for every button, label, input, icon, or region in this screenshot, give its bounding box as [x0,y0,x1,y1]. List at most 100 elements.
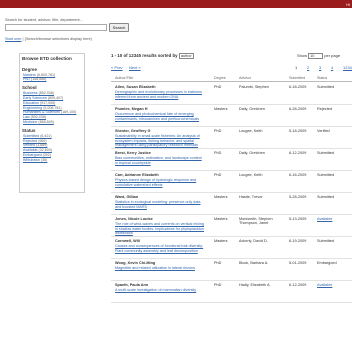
row-author: Carr, Adrianne Elizabeth [115,173,159,177]
table-row: Allen, Susan Elizabeth Demographic and ev… [111,83,352,105]
row-degree: PhD [214,151,222,155]
table-row: Wong, Kevin Chi-Ming Magnetite and relate… [111,259,352,281]
search-button[interactable]: Search [109,23,129,32]
next-page-link[interactable]: Next » [129,65,141,70]
row-title-link[interactable]: Occurrence and photochemical fate of eme… [115,112,205,121]
row-degree: PhD [214,261,222,265]
row-submitted: 5-13-2009 [289,217,307,221]
row-title-link[interactable]: Bias communities, estimation, and landsc… [115,156,205,165]
column-header-degree[interactable]: Degree [214,76,226,80]
per-page-select[interactable]: 10 [308,53,324,59]
row-status: Embargoed [317,261,337,265]
row-advisor: Daily, Gretchen [239,151,265,155]
facet-section-degree: Degree Masters (6,600,781) PhD (168,886) [22,67,82,82]
row-status: Submitted [317,85,335,89]
table-row: Jones, Nicole Louise The role of wind-wav… [111,215,352,237]
row-degree: PhD [214,283,222,287]
per-page-control: Show 10 per page [297,53,340,59]
row-status: Rejected [317,107,332,111]
row-author: Spaeth, Paula Ann [115,283,149,287]
facet-item-phd[interactable]: PhD (168,886) [22,77,82,82]
page-link[interactable]: 3 [319,65,321,70]
table-row: Plumlee, Megan H Occurrence and photochem… [111,105,352,127]
page-current: 1 [295,65,298,70]
facet-item-medicine[interactable]: Medicine (868,849) [22,120,82,125]
table-row: Cornwell, Will Causes and consequences of… [111,237,352,259]
row-submitted: 6-28-2009 [289,107,307,111]
sort-select[interactable]: author [178,53,194,59]
results-table-header: Author/Title Degree Advisor Submitted St… [111,76,352,82]
results-count: 1 - 10 of 12345 results sorted by [111,53,178,59]
row-title-link[interactable]: Sustainability in small-scale fisheries:… [115,134,205,148]
breadcrumb-selections: (Search/browse selections display here) [24,37,92,41]
row-status: Submitted [317,239,335,243]
row-author: Shester, Geoffrey G [115,129,151,133]
facet-heading: Degree [22,67,37,72]
row-degree: PhD [214,85,222,89]
row-submitted: 5-28-2009 [289,195,307,199]
row-submitted: 6-19-2009 [289,239,307,243]
facet-section-status: Status Submitted (6,421) Rejected (969) … [22,128,82,163]
table-row: Carr, Adrianne Elizabeth Physics-based de… [111,171,352,193]
row-advisor: Hadly, Elizabeth A. [239,283,271,287]
pagination: « Prev Next » 1 2 3 4 12345 [111,65,352,71]
facet-heading: Status [22,128,36,134]
table-row: Ward, Gillian Statistics in ecological mo… [111,193,352,215]
facet-heading: School [22,85,37,91]
table-row: Spaeth, Paula Ann A multi-scale investiga… [111,281,352,303]
column-header-advisor[interactable]: Advisor [239,76,251,80]
row-status-link[interactable]: Available [317,217,332,221]
per-page-label: per page [324,53,341,59]
row-status: Submitted [317,151,335,155]
row-title-link[interactable]: Causes and consequences of functional tr… [115,244,205,253]
row-degree: Masters [214,239,228,243]
row-degree: PhD [214,173,222,177]
page-link-last[interactable]: 12345 [343,65,352,70]
row-advisor: Ackerly, David D. [239,239,268,243]
column-header-status[interactable]: Status [317,76,327,80]
row-title-link[interactable]: Statistics in ecological modeling: prese… [115,200,205,209]
row-title-link[interactable]: Physics-based design of hydrologic respo… [115,178,205,187]
row-author: Ward, Gillian [115,195,139,199]
column-header-submitted[interactable]: Submitted [289,76,305,80]
row-degree: Masters [214,107,228,111]
row-advisor: Daily, Gretchen [239,107,265,111]
column-header-author[interactable]: Author/Title [115,76,133,80]
row-title-link[interactable]: Magnetite and related utilization in lat… [115,266,205,271]
row-submitted: 6-16-2009 [289,173,307,177]
row-degree: Masters [214,195,228,199]
row-submitted: 5-01-2009 [289,261,307,265]
row-status: Submitted [317,195,335,199]
row-author: Brest, Kerry Justice [115,151,151,155]
row-submitted: 6-12-2009 [289,283,307,287]
table-row: Brest, Kerry Justice Bias communities, es… [111,149,352,171]
search-input[interactable] [5,24,107,31]
sidebar-title: Browse ETD collection [22,56,72,61]
row-title-link[interactable]: The role of wind-waves and currents on v… [115,222,205,236]
row-author: Jones, Nicole Louise [115,217,153,221]
page-link[interactable]: 2 [307,65,309,70]
results-summary: 1 - 10 of 12345 results sorted by author [111,53,194,59]
row-submitted: 6-18-2009 [289,85,307,89]
row-advisor: Lougee, Keith [239,129,263,133]
page-link[interactable]: 4 [331,65,333,70]
show-label: Show [297,53,308,59]
facet-section-school: School Business (852,938) Early Sciences… [22,85,82,125]
breadcrumb: Start over | (Search/browse selections d… [5,37,92,41]
browse-sidebar: Browse ETD collection Degree Masters (6,… [19,53,85,193]
prev-page-link[interactable]: « Prev [111,65,123,70]
row-author: Allen, Susan Elizabeth [115,85,156,89]
top-bar-text: Hi [346,1,350,7]
top-bar: Hi [0,0,352,8]
row-status-link[interactable]: Available [317,283,332,287]
row-submitted: 6-12-2009 [289,151,307,155]
row-title-link[interactable]: A multi-scale investigation of mammalian… [115,288,205,293]
start-over-link[interactable]: Start over [5,37,21,41]
row-advisor: Block, Barbara A. [239,261,269,265]
table-row: Shester, Geoffrey G Sustainability in sma… [111,127,352,149]
facet-item-withdrawn[interactable]: Withdrawn (36) [22,158,82,163]
row-advisor: Hastie, Trevor [239,195,263,199]
row-author: Plumlee, Megan H [115,107,148,111]
row-title-link[interactable]: Demographic and evolutionary processes i… [115,90,205,99]
row-advisor: Monismith, Stephen Thompson, Janet [239,217,273,226]
